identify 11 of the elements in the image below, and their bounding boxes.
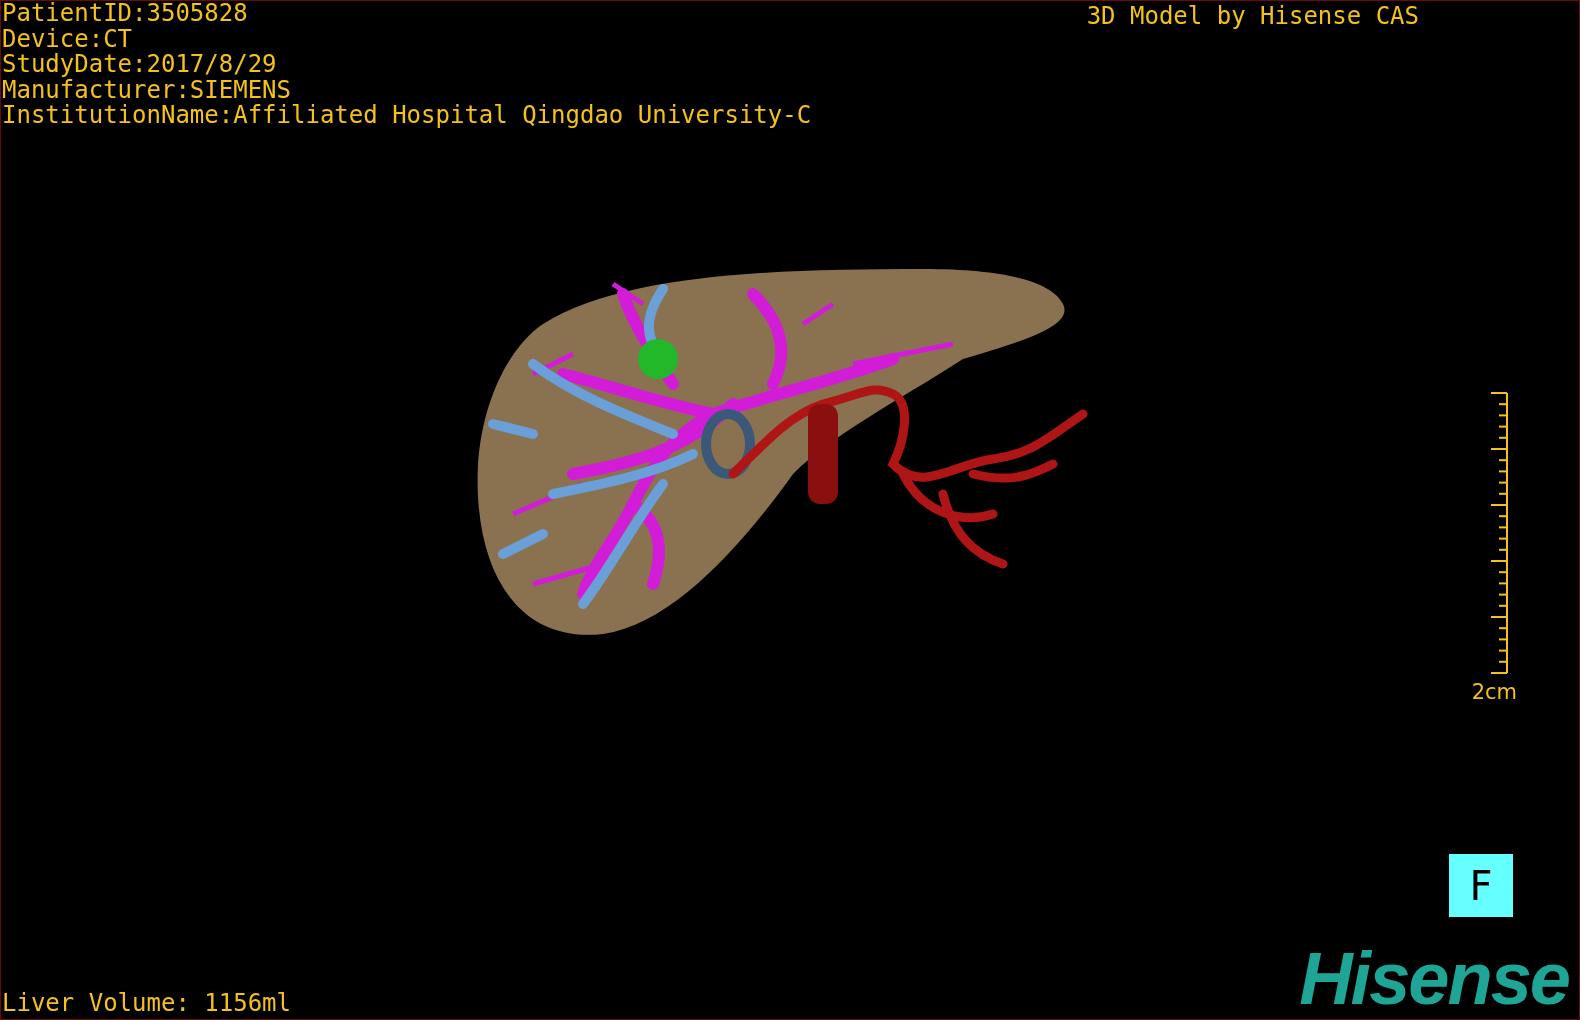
scale-label: 2cm <box>1471 679 1517 704</box>
study-info-line: Manufacturer:SIEMENS <box>2 77 292 103</box>
logo: Hisense <box>1299 941 1570 1017</box>
viewer-title: 3D Model by Hisense CAS <box>1086 1 1419 31</box>
study-info-line: Device:CT <box>2 26 134 52</box>
study-info-line: InstitutionName:Affiliated Hospital Qingdao University-C <box>2 103 812 129</box>
study-info-line: PatientID:3505828 <box>2 1 249 27</box>
study-info-line: StudyDate:2017/8/29 <box>2 52 278 78</box>
liver-volume: Liver Volume: 1156ml <box>1 989 291 1019</box>
orientation-button[interactable]: F <box>1449 854 1513 917</box>
scale-ruler-icon <box>1491 390 1509 676</box>
